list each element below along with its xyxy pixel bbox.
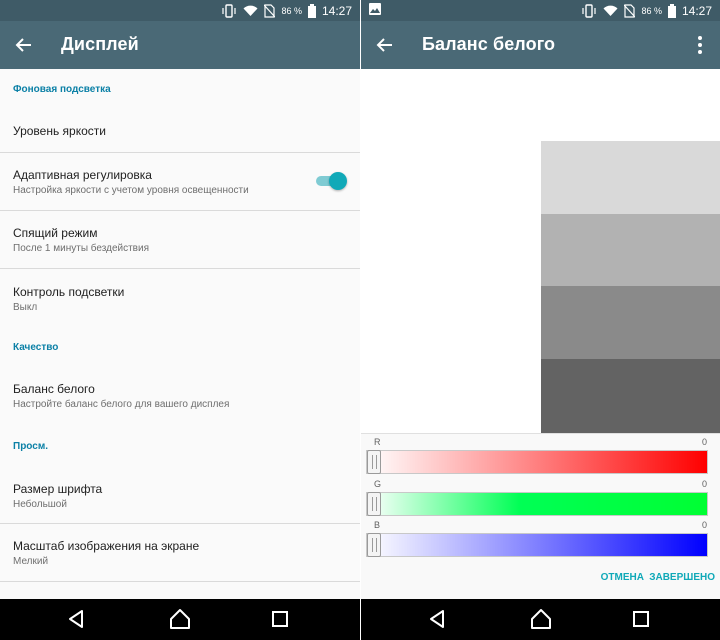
back-arrow-icon[interactable] (8, 29, 40, 61)
image-notification-icon (369, 3, 381, 15)
vibrate-icon (582, 3, 597, 18)
white-balance-screen: 86 % 14:27 Баланс белого R 0 G 0 B 0 ОТМ… (360, 0, 720, 640)
status-bar: 86 % 14:27 (0, 0, 360, 21)
nav-home-icon[interactable] (168, 607, 192, 631)
page-title: Баланс белого (422, 34, 556, 54)
navigation-bar (0, 599, 360, 640)
setting-display-scale[interactable]: Масштаб изображения на экране Мелкий (0, 524, 360, 581)
settings-list: Фоновая подсветка Уровень яркости Адапти… (0, 69, 360, 599)
status-time: 14:27 (321, 3, 352, 18)
back-arrow-icon[interactable] (369, 29, 401, 61)
setting-font-size[interactable]: Размер шрифта Небольшой (0, 466, 360, 523)
adaptive-brightness-toggle[interactable] (316, 172, 347, 190)
battery-percent: 86 % (641, 5, 662, 16)
gray-swatch (541, 141, 720, 214)
slider-handle[interactable] (367, 450, 381, 474)
cancel-button[interactable]: ОТМЕНА (601, 572, 644, 583)
nav-home-icon[interactable] (529, 607, 553, 631)
setting-title: Масштаб изображения на экране (13, 539, 200, 553)
setting-brightness-level[interactable]: Уровень яркости (0, 109, 360, 153)
done-button[interactable]: ЗАВЕРШЕНО (649, 572, 715, 583)
wifi-icon (243, 5, 258, 16)
divider (0, 581, 360, 582)
setting-title: Контроль подсветки (13, 285, 125, 299)
channel-value-r: 0 (701, 437, 707, 447)
green-slider[interactable] (366, 492, 708, 516)
slider-handle[interactable] (367, 492, 381, 516)
nav-recents-icon[interactable] (629, 607, 653, 631)
page-title: Дисплей (61, 34, 139, 54)
gray-swatch (541, 359, 720, 433)
channel-value-b: 0 (701, 520, 707, 530)
battery-icon (307, 3, 316, 18)
app-bar: Баланс белого (361, 21, 720, 69)
no-sim-icon (624, 3, 636, 18)
setting-adaptive-brightness[interactable]: Адаптивная регулировка Настройка яркости… (0, 153, 360, 210)
setting-white-balance[interactable]: Баланс белого Настройте баланс белого дл… (0, 367, 360, 424)
rgb-adjust-panel: R 0 G 0 B 0 ОТМЕНА ЗАВЕРШЕНО (361, 433, 720, 599)
channel-label-r: R (374, 437, 381, 447)
channel-label-b: B (374, 520, 381, 530)
setting-summary: Мелкий (13, 556, 49, 567)
category-view: Просм. (13, 441, 49, 452)
setting-title: Баланс белого (13, 382, 95, 396)
display-settings-screen: 86 % 14:27 Дисплей Фоновая подсветка Уро… (0, 0, 360, 640)
nav-back-icon[interactable] (64, 607, 88, 631)
no-sim-icon (264, 3, 276, 18)
vibrate-icon (222, 3, 237, 18)
setting-summary: Выкл (13, 302, 38, 313)
blue-slider[interactable] (366, 533, 708, 557)
gray-swatch (541, 286, 720, 359)
category-quality: Качество (13, 342, 59, 353)
setting-title: Спящий режим (13, 226, 98, 240)
setting-sleep[interactable]: Спящий режим После 1 минуты бездействия (0, 211, 360, 268)
setting-summary: Настройка яркости с учетом уровня освеще… (13, 185, 249, 196)
channel-label-g: G (374, 479, 382, 489)
gray-swatch (541, 214, 720, 286)
setting-summary: Настройте баланс белого для вашего диспл… (13, 399, 230, 410)
overflow-menu-icon[interactable] (688, 29, 712, 61)
setting-title: Адаптивная регулировка (13, 168, 152, 182)
app-bar: Дисплей (0, 21, 360, 69)
gray-swatch-preview (361, 69, 720, 433)
battery-icon (667, 3, 676, 18)
channel-value-g: 0 (701, 479, 707, 489)
setting-summary: После 1 минуты бездействия (13, 243, 149, 254)
status-time: 14:27 (681, 3, 712, 18)
red-slider[interactable] (366, 450, 708, 474)
slider-handle[interactable] (367, 533, 381, 557)
setting-title: Уровень яркости (13, 124, 106, 138)
setting-title: Размер шрифта (13, 482, 103, 496)
setting-backlight-control[interactable]: Контроль подсветки Выкл (0, 269, 360, 326)
wifi-icon (603, 5, 618, 16)
status-bar: 86 % 14:27 (361, 0, 720, 21)
toggle-thumb (329, 172, 347, 190)
battery-percent: 86 % (281, 5, 302, 16)
nav-back-icon[interactable] (425, 607, 449, 631)
category-backlight: Фоновая подсветка (13, 84, 111, 95)
setting-summary: Небольшой (13, 499, 67, 510)
nav-recents-icon[interactable] (268, 607, 292, 631)
navigation-bar (361, 599, 720, 640)
